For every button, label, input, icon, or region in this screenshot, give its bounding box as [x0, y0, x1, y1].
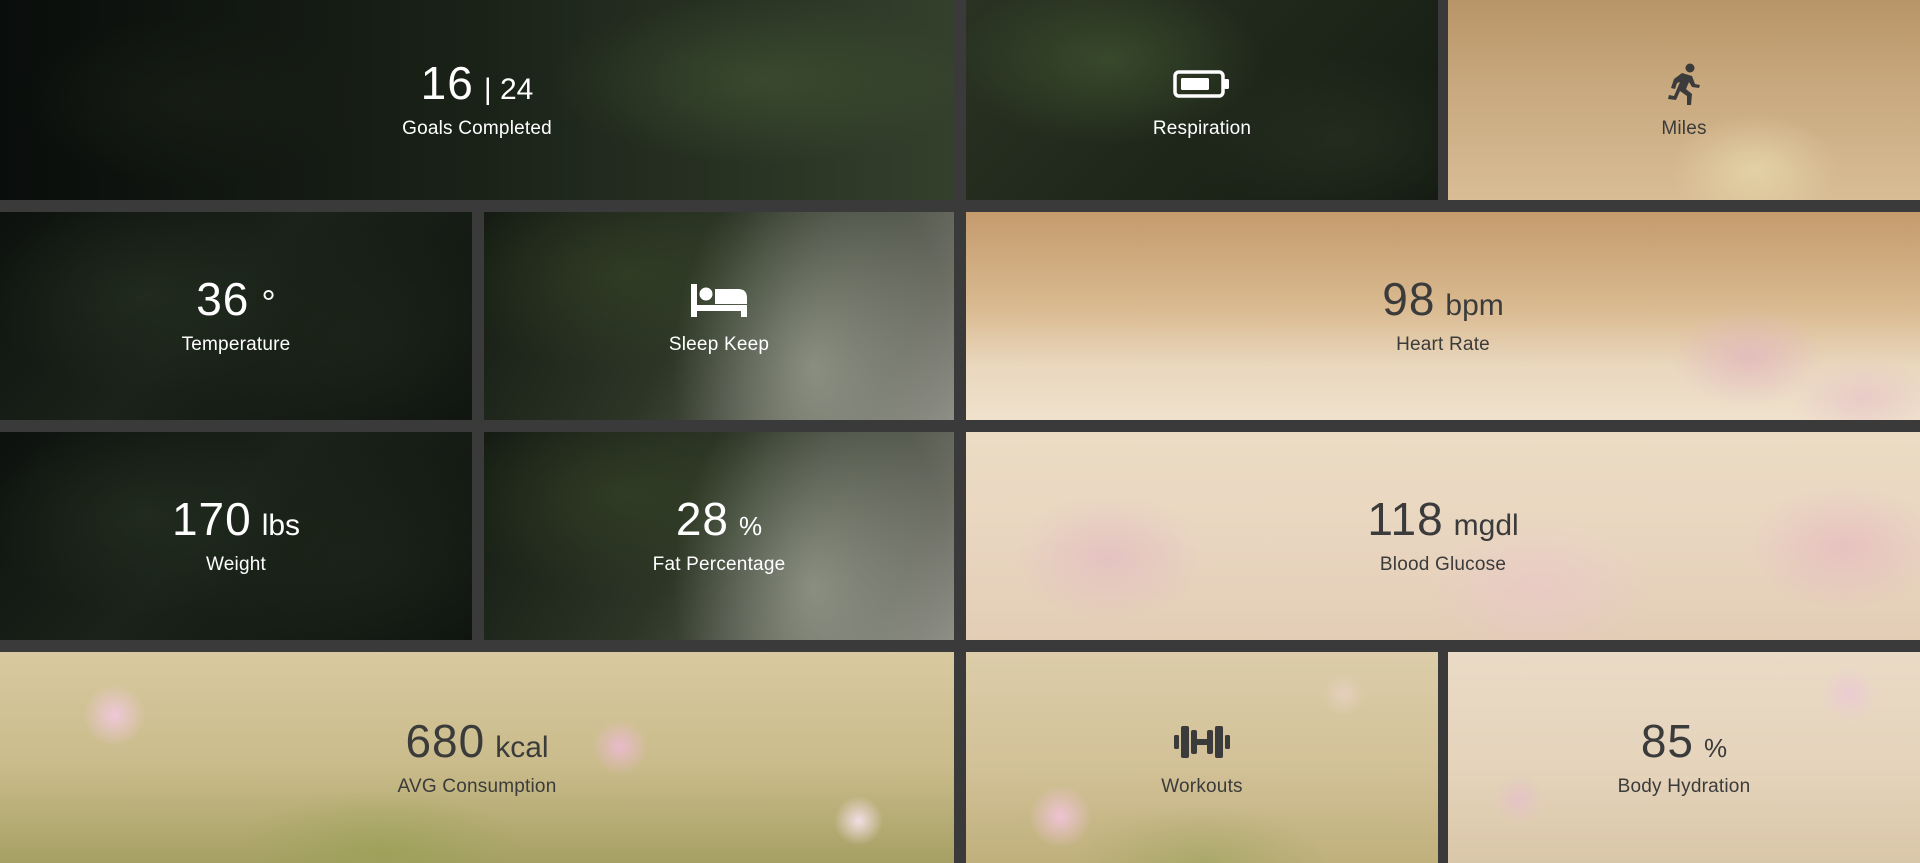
heart-rate-value: 98	[1382, 273, 1436, 325]
fat-unit: %	[739, 511, 763, 541]
dashboard-grid: 16 | 24 Goals Completed Respiration Mile…	[0, 0, 1920, 863]
temperature-value: 36	[196, 273, 250, 325]
heart-rate-value-line: 98 bpm	[1382, 276, 1504, 324]
tile-heart-rate[interactable]: 98 bpm Heart Rate	[966, 212, 1920, 420]
consumption-unit: kcal	[495, 730, 549, 764]
tile-sleep-keep[interactable]: Sleep Keep	[484, 212, 954, 420]
goals-total: | 24	[483, 73, 534, 106]
goals-value-line: 16 | 24	[421, 60, 534, 108]
tile-goals-completed[interactable]: 16 | 24 Goals Completed	[0, 0, 954, 200]
weight-value-line: 170 lbs	[172, 496, 300, 544]
glucose-value-line: 118 mgdl	[1367, 496, 1518, 544]
heart-rate-unit: bpm	[1445, 289, 1504, 322]
heart-rate-label: Heart Rate	[1396, 334, 1490, 355]
fat-value-line: 28 %	[676, 496, 762, 544]
running-person-icon	[1664, 60, 1704, 108]
hydration-value-line: 85 %	[1641, 718, 1727, 766]
respiration-label: Respiration	[1152, 118, 1252, 139]
temperature-label: Temperature	[181, 334, 291, 355]
tile-body-hydration[interactable]: 85 % Body Hydration	[1448, 652, 1920, 863]
weight-label: Weight	[205, 554, 266, 575]
tile-fat-percentage[interactable]: 28 % Fat Percentage	[484, 432, 954, 640]
hydration-label: Body Hydration	[1617, 775, 1751, 797]
weight-unit: lbs	[261, 509, 301, 542]
goals-label: Goals Completed	[402, 118, 552, 139]
bed-icon	[690, 276, 748, 324]
temperature-unit: °	[261, 282, 276, 323]
workouts-label: Workouts	[1161, 775, 1243, 797]
consumption-label: AVG Consumption	[397, 775, 557, 797]
goals-value: 16	[420, 57, 474, 109]
tile-temperature[interactable]: 36 ° Temperature	[0, 212, 472, 420]
fat-value: 28	[675, 493, 730, 545]
consumption-value: 680	[405, 714, 486, 767]
glucose-unit: mgdl	[1453, 509, 1519, 542]
glucose-label: Blood Glucose	[1379, 554, 1507, 575]
glucose-value: 118	[1367, 493, 1444, 545]
sleep-label: Sleep Keep	[668, 334, 770, 355]
tile-avg-consumption[interactable]: 680 kcal AVG Consumption	[0, 652, 954, 863]
tile-weight[interactable]: 170 lbs Weight	[0, 432, 472, 640]
temperature-value-line: 36 °	[196, 276, 276, 324]
weight-value: 170	[171, 493, 252, 545]
hydration-value: 85	[1640, 714, 1695, 767]
tile-miles[interactable]: Miles	[1448, 0, 1920, 200]
battery-icon	[1173, 60, 1231, 108]
dumbbell-icon	[1173, 718, 1231, 766]
fat-label: Fat Percentage	[652, 554, 786, 575]
miles-label: Miles	[1661, 118, 1707, 139]
tile-workouts[interactable]: Workouts	[966, 652, 1438, 863]
tile-respiration[interactable]: Respiration	[966, 0, 1438, 200]
tile-blood-glucose[interactable]: 118 mgdl Blood Glucose	[966, 432, 1920, 640]
hydration-unit: %	[1704, 732, 1728, 763]
consumption-value-line: 680 kcal	[405, 718, 548, 766]
